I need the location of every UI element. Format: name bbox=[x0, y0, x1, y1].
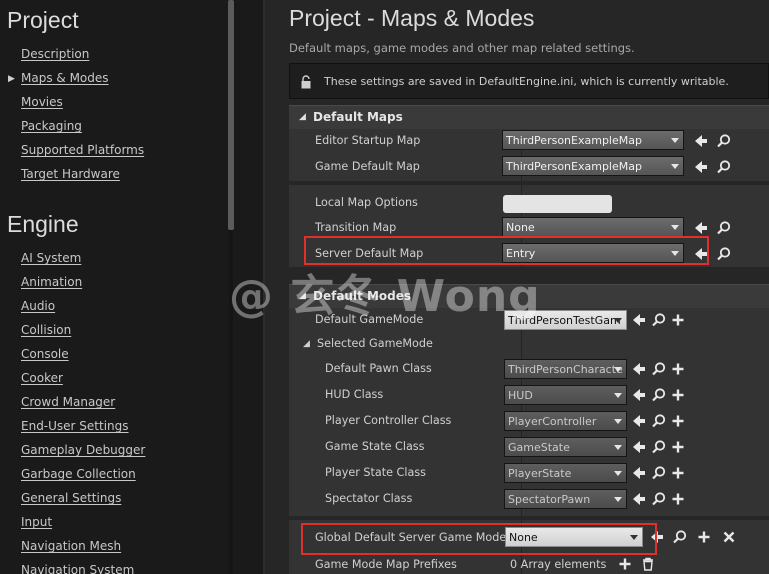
sidebar-item-description[interactable]: Description bbox=[21, 47, 89, 61]
browse-search-icon[interactable] bbox=[651, 465, 667, 481]
transition-map-dropdown[interactable]: None bbox=[502, 217, 684, 237]
default-maps-header-label: Default Maps bbox=[313, 110, 403, 124]
browse-search-icon[interactable] bbox=[651, 491, 667, 507]
default-pawn-class-dropdown[interactable]: ThirdPersonCharacte bbox=[504, 359, 627, 379]
settings-sidebar: Project ▶ Description Maps & Modes Movie… bbox=[0, 0, 240, 574]
clear-x-icon[interactable] bbox=[721, 529, 737, 545]
sidebar-item-collision[interactable]: Collision bbox=[21, 323, 71, 337]
sidebar-item-cooker[interactable]: Cooker bbox=[21, 371, 63, 385]
add-plus-icon[interactable] bbox=[670, 439, 686, 455]
use-selected-arrow-icon[interactable] bbox=[631, 413, 647, 429]
use-selected-arrow-icon[interactable] bbox=[631, 387, 647, 403]
add-plus-icon[interactable] bbox=[617, 556, 633, 572]
add-plus-icon[interactable] bbox=[696, 529, 712, 545]
sidebar-item-input[interactable]: Input bbox=[21, 515, 52, 529]
use-selected-arrow-icon[interactable] bbox=[631, 439, 647, 455]
default-maps-header[interactable]: ◢ Default Maps bbox=[289, 105, 769, 129]
sidebar-item-navigation-system[interactable]: Navigation System bbox=[21, 563, 134, 574]
page-description: Default maps, game modes and other map r… bbox=[289, 41, 635, 55]
sidebar-item-target-hardware[interactable]: Target Hardware bbox=[21, 167, 120, 181]
add-plus-icon[interactable] bbox=[670, 465, 686, 481]
sidebar-item-maps-modes[interactable]: Maps & Modes bbox=[21, 71, 109, 85]
use-selected-arrow-icon[interactable] bbox=[631, 361, 647, 377]
sidebar-item-garbage-collection[interactable]: Garbage Collection bbox=[21, 467, 136, 481]
default-pawn-class-label: Default Pawn Class bbox=[325, 362, 432, 375]
add-plus-icon[interactable] bbox=[670, 413, 686, 429]
editor-startup-map-label: Editor Startup Map bbox=[315, 134, 421, 147]
use-selected-arrow-icon[interactable] bbox=[693, 220, 709, 236]
editor-startup-map-dropdown[interactable]: ThirdPersonExampleMap bbox=[502, 130, 684, 150]
transition-map-label: Transition Map bbox=[315, 221, 397, 234]
use-selected-arrow-icon[interactable] bbox=[631, 465, 647, 481]
sidebar-item-ai-system[interactable]: AI System bbox=[21, 251, 81, 265]
browse-search-icon[interactable] bbox=[716, 220, 732, 236]
browse-search-icon[interactable] bbox=[716, 246, 732, 262]
game-default-map-label: Game Default Map bbox=[315, 160, 420, 173]
local-map-options-input[interactable] bbox=[503, 195, 612, 213]
browse-search-icon[interactable] bbox=[651, 312, 667, 328]
sidebar-item-navigation-mesh[interactable]: Navigation Mesh bbox=[21, 539, 121, 553]
add-plus-icon[interactable] bbox=[670, 491, 686, 507]
sidebar-item-general-settings[interactable]: General Settings bbox=[21, 491, 121, 505]
use-selected-arrow-icon[interactable] bbox=[693, 133, 709, 149]
add-plus-icon[interactable] bbox=[670, 312, 686, 328]
page-title: Project - Maps & Modes bbox=[289, 5, 535, 31]
game-state-class-dropdown[interactable]: GameState bbox=[504, 437, 627, 457]
global-default-server-game-mode-highlight bbox=[301, 523, 657, 555]
spectator-class-dropdown[interactable]: SpectatorPawn bbox=[504, 489, 627, 509]
notice-text: These settings are saved in DefaultEngin… bbox=[324, 75, 729, 88]
sidebar-item-packaging[interactable]: Packaging bbox=[21, 119, 82, 133]
browse-search-icon[interactable] bbox=[651, 387, 667, 403]
sidebar-item-end-user-settings[interactable]: End-User Settings bbox=[21, 419, 129, 433]
sidebar-item-console[interactable]: Console bbox=[21, 347, 69, 361]
sidebar-item-crowd-manager[interactable]: Crowd Manager bbox=[21, 395, 115, 409]
game-mode-map-prefixes-count: 0 Array elements bbox=[510, 558, 607, 571]
use-selected-arrow-icon[interactable] bbox=[693, 159, 709, 175]
use-selected-arrow-icon[interactable] bbox=[631, 491, 647, 507]
hud-class-dropdown[interactable]: HUD bbox=[504, 385, 627, 405]
selected-arrow-icon: ▶ bbox=[8, 74, 15, 84]
add-plus-icon[interactable] bbox=[670, 361, 686, 377]
sidebar-scrollbar-thumb[interactable] bbox=[228, 0, 234, 230]
add-plus-icon[interactable] bbox=[670, 387, 686, 403]
sidebar-item-animation[interactable]: Animation bbox=[21, 275, 82, 289]
player-controller-class-label: Player Controller Class bbox=[325, 414, 452, 427]
hud-class-label: HUD Class bbox=[325, 388, 384, 401]
browse-search-icon[interactable] bbox=[716, 133, 732, 149]
sidebar-item-movies[interactable]: Movies bbox=[21, 95, 63, 109]
config-notice: These settings are saved in DefaultEngin… bbox=[289, 63, 769, 99]
browse-search-icon[interactable] bbox=[651, 361, 667, 377]
sidebar-item-audio[interactable]: Audio bbox=[21, 299, 55, 313]
game-state-class-label: Game State Class bbox=[325, 440, 425, 453]
lock-icon bbox=[301, 74, 311, 89]
local-map-options-label: Local Map Options bbox=[315, 196, 418, 209]
selected-gamemode-label: Selected GameMode bbox=[317, 337, 433, 350]
collapse-arrow-icon[interactable]: ◢ bbox=[299, 112, 306, 122]
use-selected-arrow-icon[interactable] bbox=[631, 312, 647, 328]
browse-search-icon[interactable] bbox=[716, 159, 732, 175]
trash-icon[interactable] bbox=[640, 556, 656, 572]
project-section-title: Project bbox=[7, 7, 79, 33]
player-state-class-label: Player State Class bbox=[325, 466, 426, 479]
sidebar-item-gameplay-debugger[interactable]: Gameplay Debugger bbox=[21, 443, 145, 457]
player-controller-class-dropdown[interactable]: PlayerController bbox=[504, 411, 627, 431]
spectator-class-label: Spectator Class bbox=[325, 492, 413, 505]
browse-search-icon[interactable] bbox=[651, 413, 667, 429]
expand-arrow-icon[interactable]: ◢ bbox=[303, 339, 310, 349]
player-state-class-dropdown[interactable]: PlayerState bbox=[504, 463, 627, 483]
game-default-map-dropdown[interactable]: ThirdPersonExampleMap bbox=[502, 156, 684, 176]
browse-search-icon[interactable] bbox=[651, 439, 667, 455]
browse-search-icon[interactable] bbox=[672, 529, 688, 545]
watermark-text: @ 玄冬 Wong bbox=[229, 271, 541, 322]
game-mode-map-prefixes-label: Game Mode Map Prefixes bbox=[315, 558, 457, 571]
sidebar-item-supported-platforms[interactable]: Supported Platforms bbox=[21, 143, 144, 157]
engine-section-title: Engine bbox=[7, 211, 79, 237]
